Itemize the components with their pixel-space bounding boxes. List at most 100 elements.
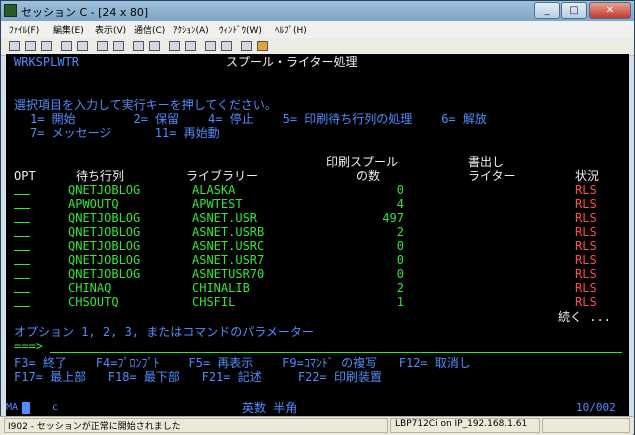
- opt-input-4[interactable]: [14, 250, 30, 251]
- menu-view[interactable]: 表示(V): [95, 23, 126, 36]
- row-count-4: 0: [396, 239, 404, 253]
- oia-input-mode: 英数 半角: [242, 401, 298, 415]
- row-queue-7: CHINAQ: [68, 281, 112, 295]
- display-icon[interactable]: [97, 41, 108, 51]
- app-icon: [4, 4, 17, 17]
- row-library-1: APWTEST: [192, 197, 243, 211]
- color-icon[interactable]: [113, 41, 124, 51]
- status-connection: LBP712Ci on IP_192.168.1.61: [395, 419, 528, 429]
- close-button[interactable]: ✕: [589, 2, 631, 19]
- title-bar[interactable]: セッション C - [24 x 80] _ □ ✕: [1, 1, 634, 21]
- keypad-icon[interactable]: [133, 41, 144, 51]
- record-icon[interactable]: [169, 41, 180, 51]
- help-icon[interactable]: [241, 41, 252, 51]
- instruction-text: 選択項目を入力して実行キーを押してください。: [14, 98, 277, 112]
- menu-action[interactable]: ｱｸｼｮﾝ(A): [173, 23, 209, 36]
- receive-icon[interactable]: [77, 41, 88, 51]
- status-empty-pane: [542, 418, 630, 433]
- opt-input-7[interactable]: [14, 292, 30, 293]
- row-status-5: RLS: [575, 253, 597, 267]
- minimize-button[interactable]: _: [534, 2, 560, 19]
- function-keys-line-1: F3= 終了 F4=ﾌﾟﾛﾝﾌﾟﾄ F5= 再表示 F9=ｺﾏﾝﾄﾞ の複写 F…: [14, 356, 471, 370]
- play-icon[interactable]: [185, 41, 196, 51]
- disconnect-icon[interactable]: [221, 41, 232, 51]
- row-queue-3: QNETJOBLOG: [68, 225, 141, 239]
- row-status-0: RLS: [575, 183, 597, 197]
- row-library-4: ASNET.USRC: [192, 239, 265, 253]
- row-queue-6: QNETJOBLOG: [68, 267, 141, 281]
- row-status-3: RLS: [575, 225, 597, 239]
- row-queue-2: QNETJOBLOG: [68, 211, 141, 225]
- oia-mode: c: [52, 402, 59, 413]
- row-queue-8: CHSOUTQ: [68, 295, 119, 309]
- header-library: ライブラリー: [186, 169, 259, 183]
- opt-input-6[interactable]: [14, 278, 30, 279]
- operator-info-area: MA c 英数 半角 10/002: [6, 400, 629, 416]
- row-library-0: ALASKA: [192, 183, 236, 197]
- maximize-button[interactable]: □: [561, 2, 587, 19]
- command-line-input[interactable]: [50, 352, 622, 353]
- cursor-position: 10/002: [576, 401, 616, 414]
- row-library-3: ASNET.USRB: [192, 225, 265, 239]
- row-count-5: 0: [396, 253, 404, 267]
- terminal-screen[interactable]: WRKSPLWTR スプール・ライター処理 選択項目を入力して実行キーを押してく…: [6, 54, 629, 400]
- cursor-indicator: [22, 402, 30, 414]
- command-name: WRKSPLWTR: [14, 55, 80, 69]
- menu-communication[interactable]: 通信(C): [134, 23, 165, 36]
- menu-edit[interactable]: 編集(E): [53, 23, 84, 36]
- status-bar: I902 - セッションが正常に開始されました LBP712Ci on IP_1…: [0, 416, 633, 435]
- row-library-5: ASNET.USR7: [192, 253, 265, 267]
- row-status-1: RLS: [575, 197, 597, 211]
- window-title: セッション C - [24 x 80]: [21, 6, 149, 19]
- print-screen-icon[interactable]: [9, 41, 20, 51]
- menu-file[interactable]: ﾌｧｲﾙ(F): [9, 23, 39, 36]
- oia-ma: MA: [6, 402, 19, 413]
- row-count-8: 1: [396, 295, 404, 309]
- macro-icon[interactable]: [149, 41, 160, 51]
- customize-icon[interactable]: [257, 41, 268, 51]
- opt-input-0[interactable]: [14, 194, 30, 195]
- menu-window[interactable]: ｳｨﾝﾄﾞｳ(W): [219, 23, 262, 36]
- header-writer-bottom: ライター: [468, 169, 516, 183]
- row-queue-0: QNETJOBLOG: [68, 183, 141, 197]
- header-writer-top: 書出し: [468, 155, 505, 169]
- opt-input-5[interactable]: [14, 264, 30, 265]
- row-library-8: CHSFIL: [192, 295, 236, 309]
- connect-icon[interactable]: [205, 41, 216, 51]
- row-status-8: RLS: [575, 295, 597, 309]
- copy-icon[interactable]: [25, 41, 36, 51]
- paste-icon[interactable]: [41, 41, 52, 51]
- row-library-6: ASNETUSR70: [192, 267, 265, 281]
- row-queue-5: QNETJOBLOG: [68, 253, 141, 267]
- row-count-0: 0: [396, 183, 404, 197]
- params-prompt: オプション 1, 2, 3, またはコマンドのパラメーター: [14, 325, 314, 339]
- options-line-1: 1= 開始 2= 保留 4= 停止 5= 印刷待ち行列の処理 6= 解放: [30, 112, 487, 126]
- options-line-2: 7= メッセージ 11= 再始動: [30, 126, 220, 140]
- row-count-1: 4: [396, 197, 404, 211]
- header-spool-top: 印刷スプール: [326, 155, 399, 169]
- opt-input-3[interactable]: [14, 236, 30, 237]
- menu-bar: ﾌｧｲﾙ(F) 編集(E) 表示(V) 通信(C) ｱｸｼｮﾝ(A) ｳｨﾝﾄﾞ…: [1, 21, 634, 38]
- status-message: I902 - セッションが正常に開始されました: [8, 422, 181, 432]
- opt-input-2[interactable]: [14, 222, 30, 223]
- header-status: 状況: [575, 169, 600, 183]
- row-status-6: RLS: [575, 267, 597, 281]
- row-count-3: 2: [396, 225, 404, 239]
- row-queue-4: QNETJOBLOG: [68, 239, 141, 253]
- header-queue: 待ち行列: [76, 169, 125, 183]
- row-count-6: 0: [396, 267, 404, 281]
- row-count-2: 497: [382, 211, 404, 225]
- opt-input-8[interactable]: [14, 306, 30, 307]
- screen-title: スプール・ライター処理: [226, 55, 358, 69]
- command-arrow: ===>: [14, 339, 43, 353]
- row-status-2: RLS: [575, 211, 597, 225]
- menu-help[interactable]: ﾍﾙﾌﾟ(H): [275, 23, 307, 36]
- send-icon[interactable]: [61, 41, 72, 51]
- function-keys-line-2: F17= 最上部 F18= 最下部 F21= 記述 F22= 印刷装置: [14, 370, 382, 384]
- row-status-4: RLS: [575, 239, 597, 253]
- header-spool-bottom: の数: [356, 169, 381, 183]
- header-opt: OPT: [14, 169, 36, 183]
- opt-input-1[interactable]: [14, 208, 30, 209]
- row-queue-1: APWOUTQ: [68, 197, 119, 211]
- row-library-7: CHINALIB: [192, 281, 250, 295]
